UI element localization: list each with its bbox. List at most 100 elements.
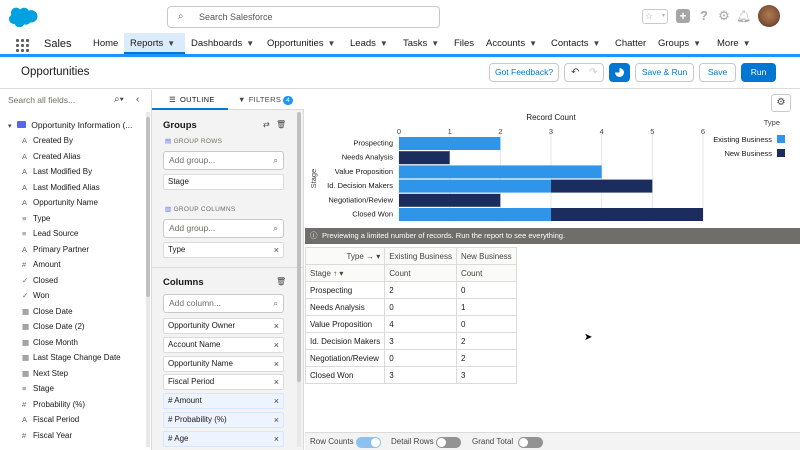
chevron-down-icon: ▼: [693, 39, 702, 48]
field-item[interactable]: ▦ Close Date: [22, 307, 73, 316]
nav-item-opportunities[interactable]: Opportunities ▼: [261, 33, 341, 54]
field-item[interactable]: ≡ Type: [22, 214, 50, 223]
close-icon[interactable]: ×: [274, 375, 279, 389]
nav-item-tasks[interactable]: Tasks ▼: [397, 33, 445, 54]
field-item[interactable]: A Opportunity Name: [22, 198, 98, 207]
nav-item-files[interactable]: Files: [448, 33, 480, 54]
field-item[interactable]: ≡ Lead Source: [22, 229, 78, 238]
column-pill[interactable]: Opportunity Owner ×: [163, 318, 284, 334]
swap-icon[interactable]: ⇄: [263, 120, 270, 129]
field-type-icon: A: [22, 244, 28, 254]
table-row[interactable]: Needs Analysis 0 1: [304, 298, 517, 316]
field-label: Last Modified Alias: [33, 182, 100, 192]
group-rows-label: ▤ GROUP ROWS: [165, 138, 223, 145]
close-icon[interactable]: ×: [274, 413, 279, 427]
chart-toggle-button[interactable]: [609, 63, 630, 82]
row-group-pill[interactable]: Stage: [163, 174, 284, 190]
column-pill[interactable]: Fiscal Period ×: [163, 374, 284, 391]
field-item[interactable]: ▦ Last Stage Change Date: [22, 353, 121, 362]
field-item[interactable]: ▦ Close Month: [22, 338, 78, 347]
table-row[interactable]: Negotiation/Review 0 2: [304, 349, 517, 367]
field-item[interactable]: A Last Modified By: [22, 167, 92, 176]
field-item[interactable]: ≡ Stage: [22, 384, 54, 393]
run-button[interactable]: Run: [741, 63, 776, 82]
nav-item-dashboards[interactable]: Dashboards ▼: [185, 33, 260, 54]
field-item[interactable]: A Primary Partner: [22, 245, 89, 254]
nav-item-contacts[interactable]: Contacts ▼: [545, 33, 606, 54]
outline-panel: ☰ OUTLINE ▼ FILTERS 4 Groups ⇄ 🗑︎ ▤ GROUP R…: [152, 90, 304, 450]
close-icon[interactable]: ×: [274, 394, 279, 408]
avatar[interactable]: [758, 5, 780, 27]
folder-row[interactable]: ▾ Opportunity Information (...: [8, 120, 132, 130]
column-pill[interactable]: # Age ×: [163, 430, 284, 447]
column-pill[interactable]: # Amount ×: [163, 393, 284, 410]
x-tick-label: 4: [600, 127, 604, 136]
nav-item-accounts[interactable]: Accounts ▼: [480, 33, 543, 54]
app-launcher-icon[interactable]: [16, 39, 30, 53]
favorites-button[interactable]: ☆ ▾: [642, 9, 668, 24]
table-row[interactable]: Value Proposition 4 0: [304, 315, 517, 333]
table-row[interactable]: Id. Decision Makers 3 2: [304, 332, 517, 350]
bar-segment: [399, 208, 551, 221]
field-item[interactable]: A Last Modified Alias: [22, 183, 100, 192]
close-icon[interactable]: ×: [274, 319, 279, 333]
global-search-input[interactable]: ⌕ Search Salesforce: [167, 6, 440, 28]
add-column-group-input[interactable]: Add group... ⌕: [163, 219, 284, 238]
tab-filters[interactable]: ▼ FILTERS 4: [228, 90, 304, 110]
column-pill[interactable]: # Probability (%) ×: [163, 412, 284, 428]
close-icon[interactable]: ×: [274, 432, 279, 446]
nav-item-groups[interactable]: Groups ▼: [652, 33, 707, 54]
close-icon[interactable]: ×: [274, 338, 279, 352]
field-item[interactable]: ▦ Next Step: [22, 369, 68, 378]
redo-icon[interactable]: ↷: [589, 64, 597, 81]
field-item[interactable]: A Fiscal Period: [22, 415, 79, 424]
field-item[interactable]: ✓ Won: [22, 291, 49, 300]
count-cell: 4: [384, 315, 457, 333]
fields-search-input[interactable]: Search all fields...: [8, 95, 75, 105]
save-button[interactable]: Save: [699, 63, 736, 82]
trash-icon[interactable]: 🗑︎: [276, 277, 286, 286]
grand-total-toggle[interactable]: [518, 437, 543, 448]
column-pill[interactable]: Account Name ×: [163, 336, 284, 353]
add-row-group-input[interactable]: Add group... ⌕: [163, 151, 284, 170]
field-type-icon: ≡: [22, 384, 27, 393]
column-pill[interactable]: Opportunity Name ×: [163, 355, 284, 372]
field-item[interactable]: A Created By: [22, 136, 73, 145]
collapse-panel-icon[interactable]: ‹: [136, 94, 139, 105]
field-type-icon: ▦: [22, 353, 30, 362]
row-counts-toggle[interactable]: [356, 437, 381, 448]
gear-icon[interactable]: ⚙: [717, 9, 731, 23]
close-icon[interactable]: ×: [274, 357, 279, 371]
detail-rows-toggle[interactable]: [436, 437, 461, 448]
salesforce-logo[interactable]: [8, 6, 38, 27]
nav-item-home[interactable]: Home: [87, 33, 124, 54]
got-feedback-button[interactable]: Got Feedback?: [489, 63, 559, 82]
outline-scrollbar[interactable]: [297, 112, 301, 447]
search-icon[interactable]: ⌕▾: [114, 94, 124, 105]
bell-icon[interactable]: 🔔︎: [736, 9, 751, 23]
chevron-down-icon: ▼: [327, 39, 336, 48]
field-item[interactable]: # Amount: [22, 260, 61, 269]
add-column-input[interactable]: Add column... ⌕: [163, 294, 284, 313]
trash-icon[interactable]: 🗑︎: [276, 120, 286, 129]
tab-outline[interactable]: ☰ OUTLINE: [152, 90, 228, 110]
column-group-pill[interactable]: Type ×: [163, 242, 284, 258]
table-row[interactable]: Closed Won 3 3: [304, 366, 517, 384]
nav-item-chatter[interactable]: Chatter: [609, 33, 652, 54]
table-row[interactable]: Prospecting 2 0: [304, 281, 517, 299]
nav-item-reports[interactable]: Reports ▼: [124, 33, 185, 54]
nav-item-leads[interactable]: Leads ▼: [344, 33, 394, 54]
save-and-run-button[interactable]: Save & Run: [635, 63, 694, 82]
plus-icon[interactable]: +: [676, 9, 690, 23]
fields-scrollbar[interactable]: [146, 112, 150, 447]
field-item[interactable]: # Probability (%): [22, 400, 85, 409]
count-header: Count: [455, 264, 517, 282]
field-item[interactable]: ▦ Close Date (2): [22, 322, 85, 331]
field-item[interactable]: A Created Alias: [22, 152, 81, 161]
nav-item-more[interactable]: More ▼: [711, 33, 757, 54]
field-item[interactable]: ✓ Closed: [22, 276, 58, 285]
undo-icon[interactable]: ↶: [571, 64, 579, 81]
field-item[interactable]: # Fiscal Year: [22, 431, 72, 440]
help-icon[interactable]: ?: [697, 9, 711, 23]
close-icon[interactable]: ×: [274, 243, 279, 257]
